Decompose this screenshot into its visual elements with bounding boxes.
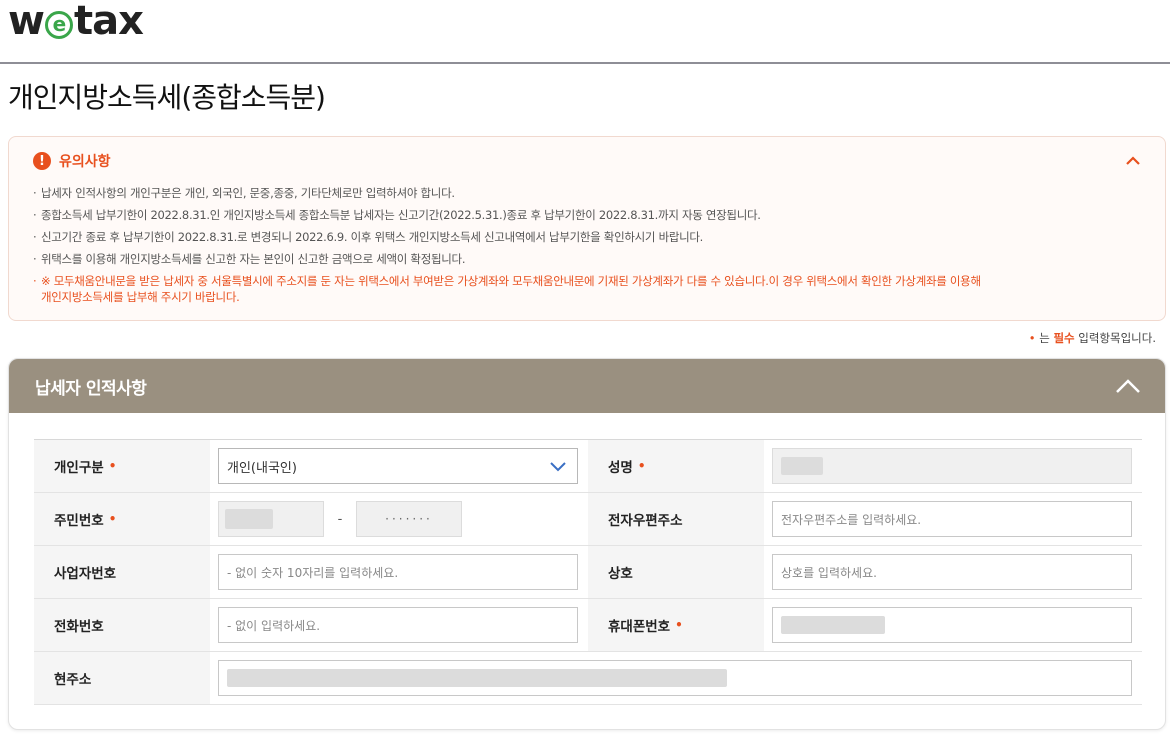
biz-number-input[interactable]: - 없이 숫자 10자리를 입력하세요. — [218, 554, 578, 590]
panel-title: 납세자 인적사항 — [35, 379, 147, 399]
rrn-back-field: ······· — [356, 501, 462, 537]
type-select[interactable]: 개인(내국인) — [218, 448, 578, 484]
notice-item: 종합소득세 납부기한이 2022.8.31.인 개인지방소득세 종합소득분 납세… — [33, 207, 1133, 223]
required-dot: • — [1028, 331, 1036, 345]
notice-item: 위택스를 이용해 개인지방소득세를 신고한 자는 본인이 신고한 금액으로 세액… — [33, 251, 1133, 267]
address-label: 현주소 — [34, 652, 210, 704]
chevron-up-icon[interactable] — [1125, 153, 1141, 169]
notice-title: 유의사항 — [59, 154, 111, 170]
name-label: 성명 • — [588, 440, 764, 492]
chevron-up-icon[interactable] — [1115, 375, 1141, 397]
name-field — [772, 448, 1132, 484]
redacted-address — [227, 669, 727, 687]
notice-header: ! 유의사항 — [33, 151, 111, 171]
company-input[interactable]: 상호를 입력하세요. — [772, 554, 1132, 590]
rrn-dash: - — [337, 511, 343, 527]
notice-item: 납세자 인적사항의 개인구분은 개인, 외국인, 문중,종중, 기타단체로만 입… — [33, 185, 1133, 201]
site-header: w e tax — [0, 0, 1170, 64]
required-mark: • — [675, 618, 683, 632]
required-note-strong: 필수 — [1053, 331, 1075, 345]
logo-e-icon: e — [44, 11, 73, 39]
required-mark: • — [637, 459, 646, 473]
redacted-rrn — [225, 509, 273, 529]
alert-icon: ! — [33, 152, 51, 170]
form-row: 전화번호 - 없이 입력하세요. 휴대폰번호 • — [34, 599, 1142, 652]
mobile-label: 휴대폰번호 • — [588, 599, 764, 651]
rrn-label: 주민번호 • — [34, 493, 210, 545]
form-row: 개인구분 • 개인(내국인) 성명 • — [34, 440, 1142, 493]
email-label: 전자우편주소 — [588, 493, 764, 545]
address-input[interactable] — [218, 660, 1132, 696]
email-input[interactable]: 전자우편주소를 입력하세요. — [772, 501, 1132, 537]
form-row: 현주소 — [34, 652, 1142, 705]
page-title: 개인지방소득세(종합소득분) — [8, 81, 326, 114]
redacted-mobile — [781, 616, 885, 634]
mobile-input[interactable] — [772, 607, 1132, 643]
biz-number-label: 사업자번호 — [34, 546, 210, 598]
type-select-value: 개인(내국인) — [227, 460, 297, 476]
logo-w: w — [8, 0, 45, 44]
notice-list: 납세자 인적사항의 개인구분은 개인, 외국인, 문중,종중, 기타단체로만 입… — [33, 185, 1133, 311]
notice-warning-line1: ※ 모두채움안내문을 받은 납세자 중 서울특별시에 주소지를 둔 자는 위택스… — [41, 274, 981, 288]
redacted-name — [781, 457, 823, 475]
required-note-text1: 는 — [1035, 331, 1054, 345]
wetax-logo[interactable]: w e tax — [8, 0, 144, 44]
taxpayer-info-panel: 납세자 인적사항 개인구분 • 개인(내국인) 성명 • 주민번호 • - ··… — [8, 358, 1166, 730]
required-note: • 는 필수 입력항목입니다. — [1029, 330, 1156, 346]
phone-label: 전화번호 — [34, 599, 210, 651]
notice-box: ! 유의사항 납세자 인적사항의 개인구분은 개인, 외국인, 문중,종중, 기… — [8, 136, 1166, 321]
taxpayer-form: 개인구분 • 개인(내국인) 성명 • 주민번호 • - ······· 전자우편주소 — [34, 439, 1142, 705]
notice-item: 신고기간 종료 후 납부기한이 2022.8.31.로 변경되니 2022.6.… — [33, 229, 1133, 245]
logo-tax: tax — [73, 0, 144, 44]
company-label: 상호 — [588, 546, 764, 598]
chevron-down-icon — [550, 462, 566, 472]
rrn-front-field — [218, 501, 324, 537]
form-row: 사업자번호 - 없이 숫자 10자리를 입력하세요. 상호 상호를 입력하세요. — [34, 546, 1142, 599]
required-mark: • — [108, 512, 117, 526]
notice-warning-line2: 개인지방소득세를 납부해 주시기 바랍니다. — [41, 290, 240, 304]
type-label: 개인구분 • — [34, 440, 210, 492]
panel-header: 납세자 인적사항 — [9, 359, 1165, 413]
form-row: 주민번호 • - ······· 전자우편주소 전자우편주소를 입력하세요. — [34, 493, 1142, 546]
required-note-text2: 입력항목입니다. — [1074, 331, 1156, 345]
phone-input[interactable]: - 없이 입력하세요. — [218, 607, 578, 643]
notice-warning: ※ 모두채움안내문을 받은 납세자 중 서울특별시에 주소지를 둔 자는 위택스… — [33, 273, 1133, 305]
required-mark: • — [108, 459, 117, 473]
